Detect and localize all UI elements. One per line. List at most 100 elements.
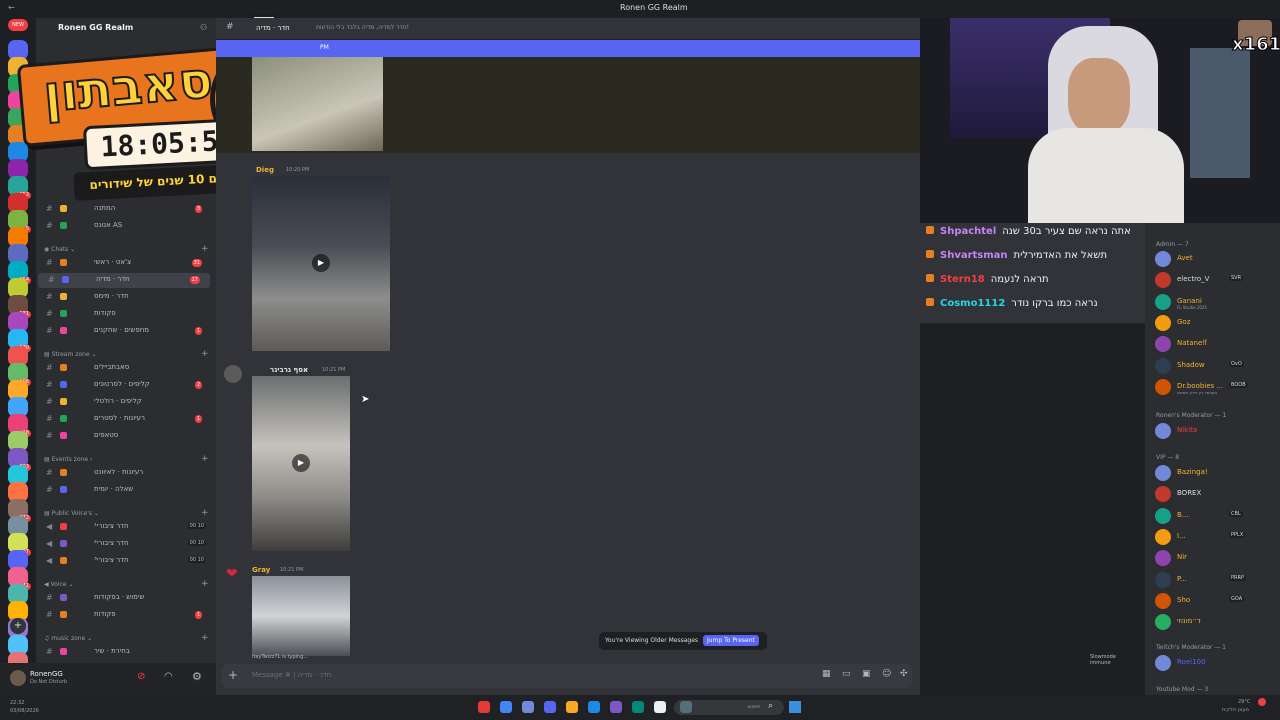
- sticker-icon[interactable]: ▣: [862, 669, 871, 679]
- channel-item[interactable]: # רעיונות · לאיוונט: [36, 466, 212, 481]
- user-panel: RonenGG Do Not Disturb ⊘ ◠ ⚙: [0, 663, 216, 695]
- unread-badge: 1: [194, 611, 202, 619]
- category-stream[interactable]: ▤ Stream zone ⌄ +: [44, 349, 209, 359]
- stream-chat-user: Cosmo1112: [940, 298, 1006, 309]
- channel-item[interactable]: # סטאפים: [36, 429, 212, 444]
- taskbar-app-icon[interactable]: [544, 701, 556, 713]
- taskbar-app-icon[interactable]: [654, 701, 666, 713]
- category-public-voice[interactable]: ▤ Public Voice's ⌄ +: [44, 508, 209, 518]
- member-item[interactable]: ד״מונוזי: [1155, 613, 1275, 631]
- category-music[interactable]: ♫ music zone ⌄ +: [44, 633, 209, 643]
- channel-item[interactable]: # אנונס AS: [36, 219, 212, 234]
- stream-chat-message: Shpachtel אתה נראה שם צעיר ב30 שנה: [926, 226, 1131, 237]
- taskbar-app-icon[interactable]: [478, 701, 490, 713]
- add-attachment-icon[interactable]: +: [228, 668, 238, 682]
- image-attachment[interactable]: [252, 57, 383, 151]
- add-channel-icon[interactable]: +: [201, 454, 209, 464]
- channel-item[interactable]: # פקודות 1: [36, 608, 212, 623]
- unread-badge: 17: [189, 276, 200, 284]
- add-channel-icon[interactable]: +: [201, 349, 209, 359]
- message-input[interactable]: Message # | חדר · מדיה: [252, 671, 331, 679]
- mic-muted-icon[interactable]: ⊘: [137, 671, 145, 682]
- add-channel-icon[interactable]: +: [201, 579, 209, 589]
- hash-icon: #: [46, 292, 53, 301]
- add-channel-icon[interactable]: +: [201, 508, 209, 518]
- threads-icon[interactable]: #: [226, 22, 234, 32]
- member-item[interactable]: Bazinga!: [1155, 464, 1275, 482]
- add-channel-icon[interactable]: +: [201, 633, 209, 643]
- message-author[interactable]: Dieg: [256, 166, 274, 174]
- channel-item[interactable]: ◀ חדר ציבורי² 00 10: [36, 537, 212, 552]
- member-item[interactable]: I... PPLX: [1155, 528, 1275, 546]
- play-icon[interactable]: ▶: [292, 454, 310, 472]
- channel-emoji-icon: [60, 364, 67, 371]
- new-messages-bar[interactable]: PM: [216, 40, 920, 57]
- channel-item[interactable]: # חדר · מימס: [36, 290, 212, 305]
- channel-item[interactable]: # שימוש · בפקודות: [36, 591, 212, 606]
- category-voice[interactable]: ◀ Voice ⌄ +: [44, 579, 209, 589]
- gift-icon[interactable]: ▦: [822, 669, 831, 679]
- taskbar-app-icon[interactable]: [566, 701, 578, 713]
- video-attachment[interactable]: ▶: [252, 176, 390, 351]
- member-item[interactable]: Nikita: [1155, 422, 1275, 440]
- apps-icon[interactable]: ✣: [900, 669, 908, 679]
- channel-item[interactable]: ◀ חדר ציבורי¹ 00 10: [36, 520, 212, 535]
- avatar[interactable]: [224, 365, 242, 383]
- member-item[interactable]: B... CBL: [1155, 507, 1275, 525]
- notification-badge[interactable]: [1258, 698, 1266, 706]
- channel-item[interactable]: # פקודות: [36, 307, 212, 322]
- taskbar-app-icon[interactable]: [500, 701, 512, 713]
- member-name: P...: [1177, 574, 1187, 583]
- message-time: 10:20 PM: [286, 167, 310, 173]
- message-author[interactable]: אסף גרבינר: [270, 366, 308, 374]
- channel-item[interactable]: # בחירת · שיר: [36, 645, 212, 660]
- channel-name: רעיונות · לאיוונט: [94, 468, 144, 476]
- channel-item[interactable]: # קליפים · לסרטונים 2: [36, 378, 212, 393]
- member-item[interactable]: Dr.boobies ... BOOB אספסר רץ ניידע ממשש: [1155, 378, 1275, 396]
- jump-to-present-button[interactable]: Jump To Present: [703, 635, 759, 646]
- channel-item[interactable]: # סאבתביילים: [36, 361, 212, 376]
- member-item[interactable]: Ganani FL Studio 2025: [1155, 293, 1275, 311]
- add-channel-icon[interactable]: +: [201, 244, 209, 254]
- category-chats[interactable]: ◉ Chats ⌄ +: [44, 244, 209, 254]
- emoji-icon[interactable]: ☺: [882, 669, 891, 679]
- back-icon[interactable]: ←: [8, 3, 15, 12]
- channel-item[interactable]: # המתנה 3: [36, 202, 212, 217]
- member-item[interactable]: Goz: [1155, 314, 1275, 332]
- gear-icon[interactable]: ⚙: [192, 670, 202, 683]
- video-attachment[interactable]: ▶: [252, 376, 350, 551]
- video-attachment[interactable]: [252, 576, 350, 656]
- windows-start-icon[interactable]: [789, 701, 801, 713]
- stream-chat-text: תשאל את האדמירלית: [1013, 250, 1108, 261]
- member-item[interactable]: BOREX: [1155, 485, 1275, 503]
- channel-item[interactable]: # רעיונות · לסטרים 1: [36, 412, 212, 427]
- taskbar-app-icon[interactable]: [522, 701, 534, 713]
- member-item[interactable]: Sho GOA: [1155, 592, 1275, 610]
- avatar[interactable]: [10, 670, 26, 686]
- member-item[interactable]: Nir: [1155, 549, 1275, 567]
- webcam-window: [1190, 48, 1250, 178]
- headphones-icon[interactable]: ◠: [164, 671, 173, 682]
- message-author[interactable]: Gray: [252, 566, 270, 574]
- member-item[interactable]: Shadow OvO: [1155, 357, 1275, 375]
- channel-item[interactable]: # צ'אט · ראשי 31: [36, 256, 212, 271]
- member-item[interactable]: Roei100: [1155, 654, 1275, 672]
- member-item[interactable]: P... PRRP: [1155, 571, 1275, 589]
- play-icon[interactable]: ▶: [312, 254, 330, 272]
- member-item[interactable]: electro_V SVR: [1155, 271, 1275, 289]
- channel-item[interactable]: # מחפשים · שחקנים 1: [36, 324, 212, 339]
- channel-item[interactable]: # קליפים · רולטלי: [36, 395, 212, 410]
- add-server-icon[interactable]: +: [10, 618, 26, 634]
- channel-item[interactable]: # שאלה · יומית: [36, 483, 212, 498]
- taskbar-app-icon[interactable]: [680, 701, 692, 713]
- channel-item[interactable]: ◀ חדר ציבורי³ 00 10: [36, 554, 212, 569]
- taskbar-app-icon[interactable]: [588, 701, 600, 713]
- member-item[interactable]: Natanelf: [1155, 335, 1275, 353]
- category-events[interactable]: ▤ Events zone › +: [44, 454, 209, 464]
- taskbar-app-icon[interactable]: [632, 701, 644, 713]
- channel-item[interactable]: # חדר · מדיה 17: [38, 273, 210, 288]
- taskbar-app-icon[interactable]: [610, 701, 622, 713]
- gif-icon[interactable]: ▭: [842, 669, 851, 679]
- member-item[interactable]: Avet: [1155, 250, 1275, 268]
- stream-chat-text: תראה לנעמה: [990, 274, 1049, 285]
